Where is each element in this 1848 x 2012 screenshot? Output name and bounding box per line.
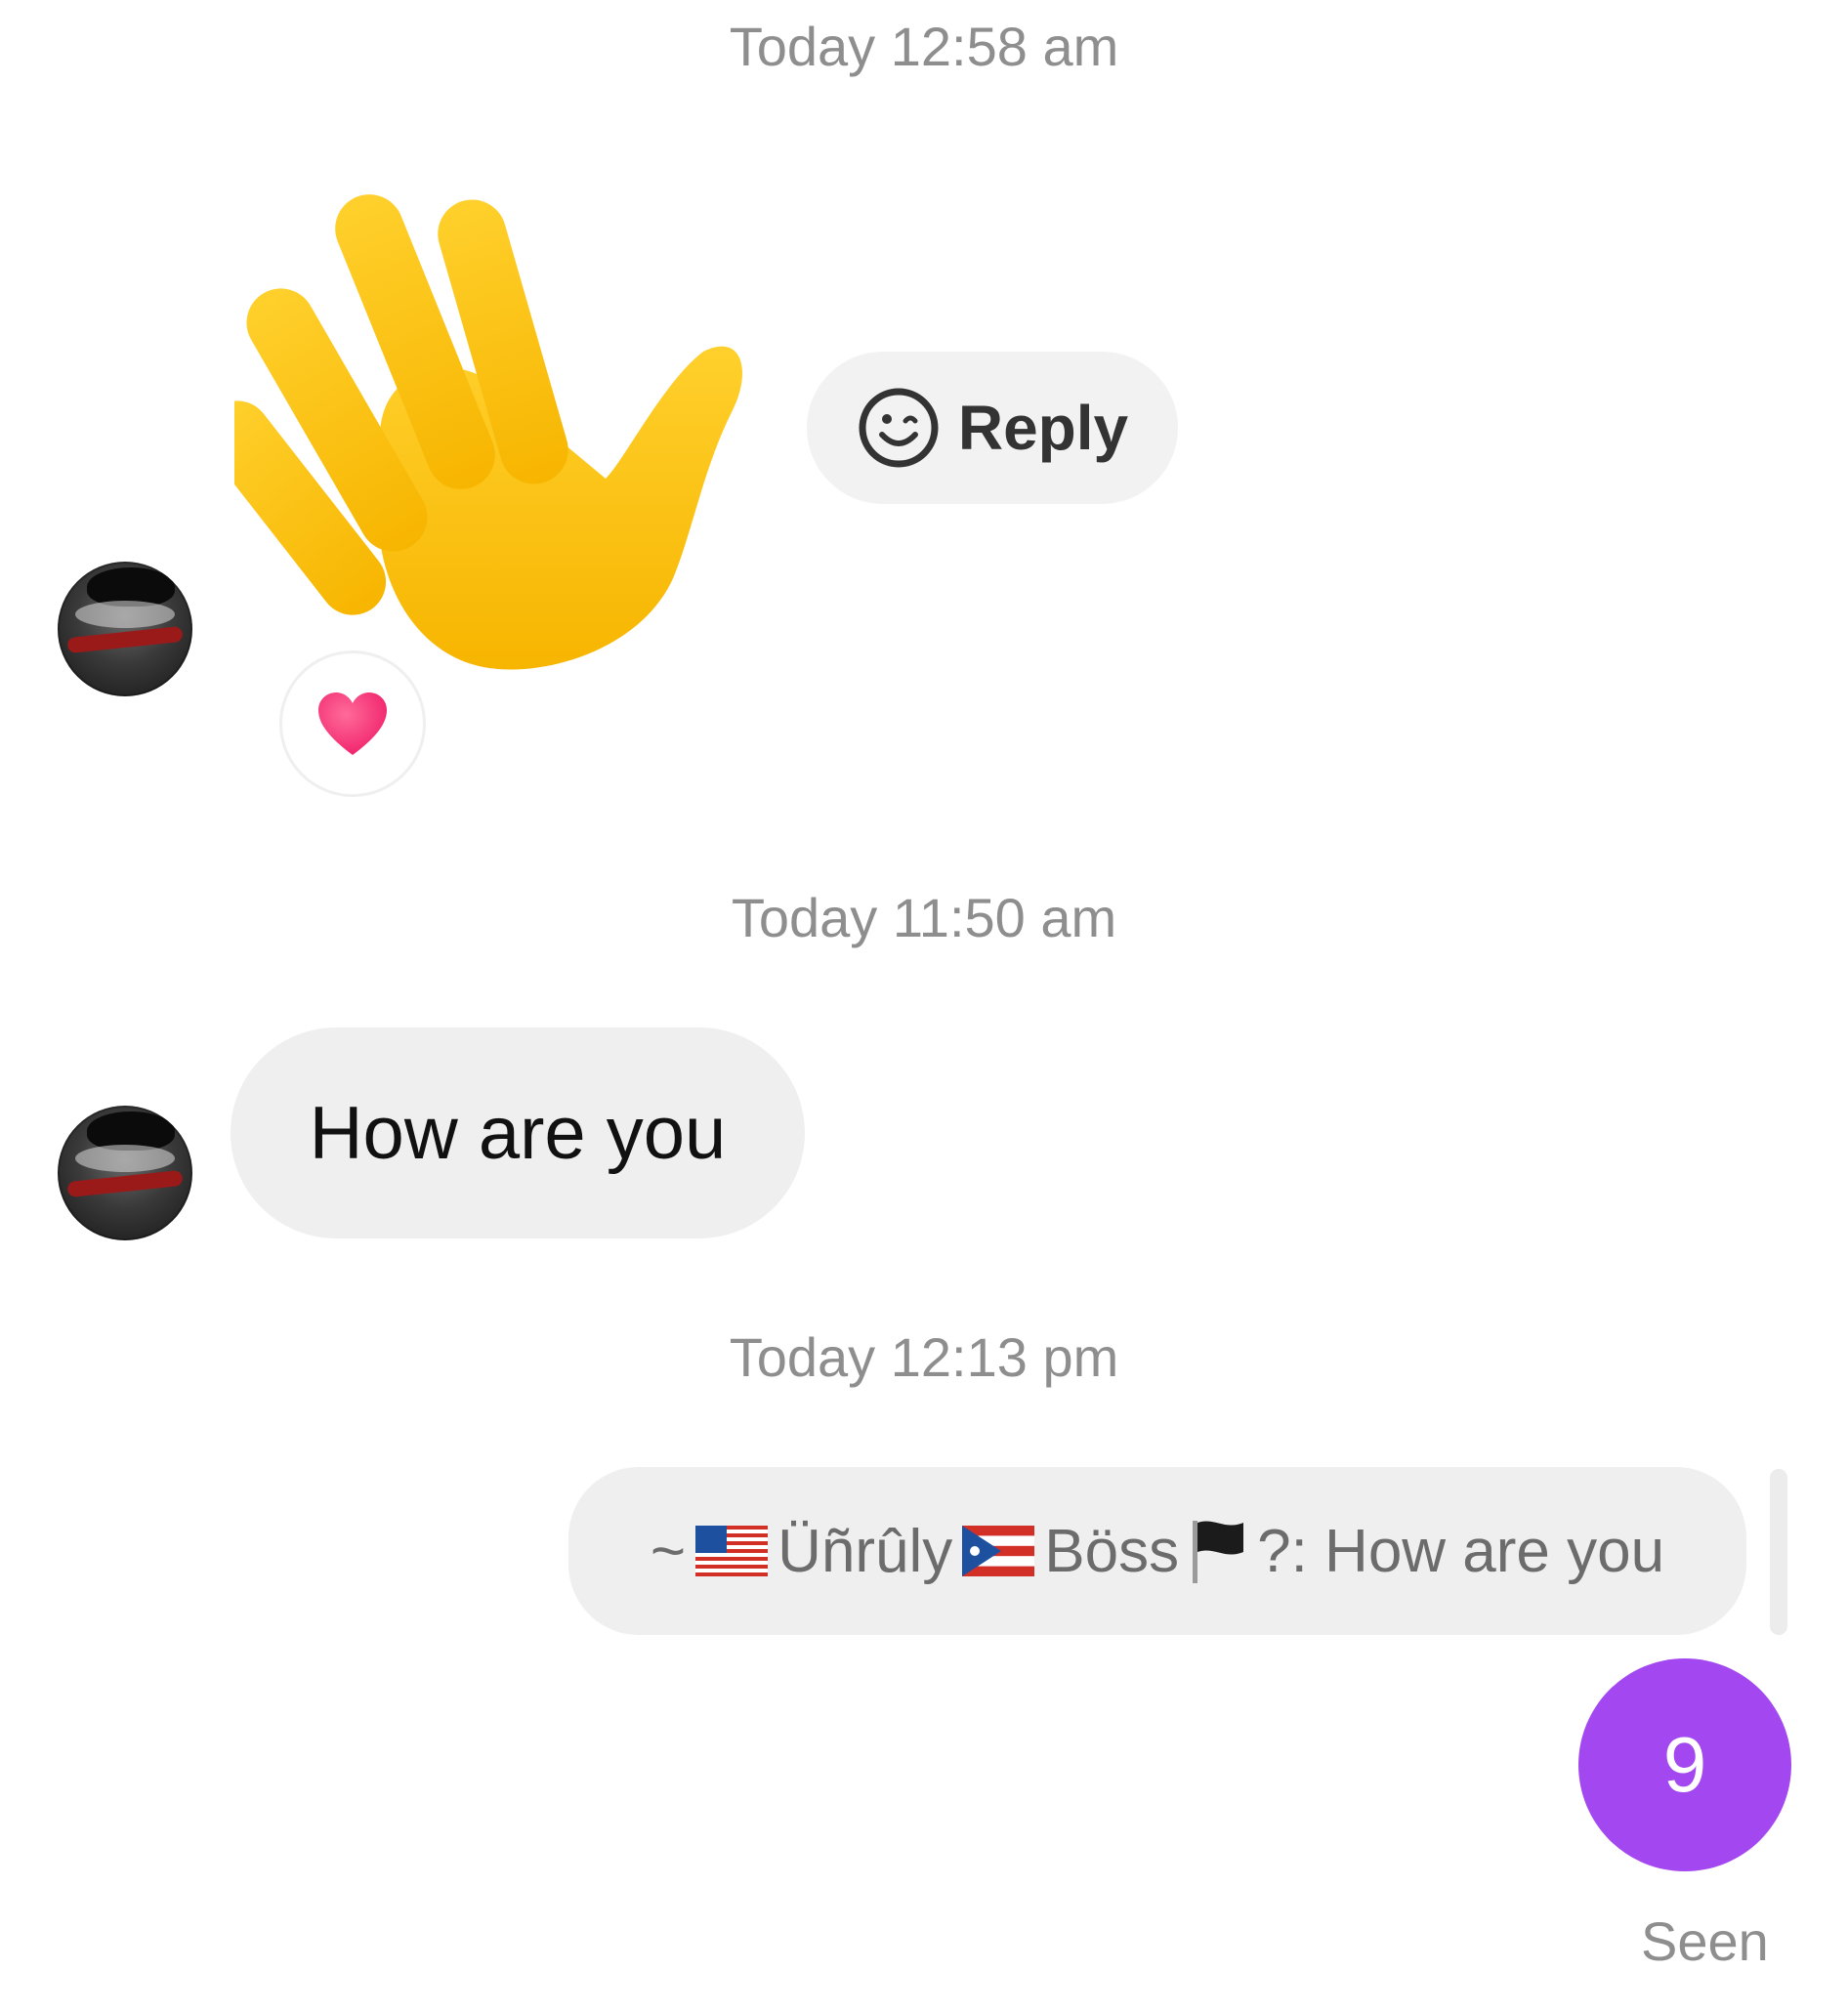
scrollbar[interactable] [1770,1469,1787,1635]
received-message-bubble[interactable]: How are you [231,1027,805,1238]
sender-name-part: Böss [1044,1517,1180,1585]
sent-reply-bubble[interactable]: ~ Üñrûly Böss ?: How are you [568,1467,1746,1635]
seen-status: Seen [1641,1910,1769,1972]
red-heart-emoji [318,692,387,755]
heart-reaction[interactable] [279,650,426,797]
sender-avatar[interactable] [58,562,192,696]
wave-hand-emoji[interactable] [234,156,762,684]
message-text: ?: How are you [1257,1517,1665,1585]
timestamp: Today 12:13 pm [729,1326,1119,1388]
sender-name-part: Üñrûly [777,1517,953,1585]
sender-avatar[interactable] [58,1106,192,1240]
reply-button[interactable]: Reply [807,352,1178,504]
black-flag-emoji [1193,1521,1244,1583]
us-flag-emoji [695,1526,769,1576]
timestamp: Today 12:58 am [729,16,1119,77]
unread-count-badge[interactable]: 9 [1578,1658,1791,1871]
reply-label: Reply [957,393,1129,463]
timestamp: Today 11:50 am [731,887,1117,948]
puerto-rico-flag-emoji [962,1526,1035,1576]
message-prefix: ~ [650,1517,687,1585]
smiley-reply-icon [859,388,939,468]
message-text: How are you [309,1091,727,1175]
